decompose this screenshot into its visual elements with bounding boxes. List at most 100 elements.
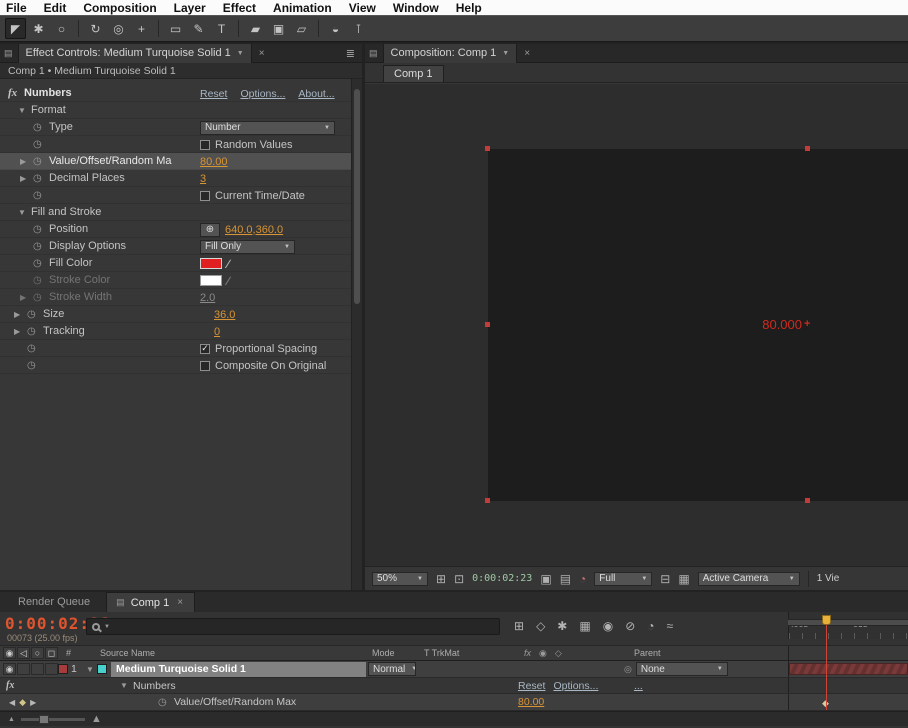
pickwhip-icon[interactable]: ◎ [610,664,632,675]
menu-edit[interactable]: Edit [44,1,67,15]
pan-behind-tool-button[interactable]: + [131,18,152,39]
breadcrumb-text[interactable]: Comp 1 • Medium Turquoise Solid 1 [8,65,176,77]
effect-name[interactable]: Numbers [24,87,72,99]
selection-handle[interactable] [485,322,490,327]
menu-file[interactable]: File [6,1,27,15]
zoom-tool-button[interactable]: ○ [51,18,72,39]
property-source-cell[interactable]: ◷ Value/Offset/Random Max [84,696,368,708]
hide-shy-layers-icon[interactable]: ✱ [557,619,567,633]
menu-view[interactable]: View [349,1,376,15]
mask-path-visibility-icon[interactable]: ⊡ [454,572,464,586]
reset-link[interactable]: Reset [518,680,545,692]
layer-track-cell[interactable] [788,661,908,677]
proportional-spacing-checkbox[interactable]: ✓ [200,344,210,354]
selection-tool-button[interactable]: ◤ [5,18,26,39]
playhead-line[interactable] [826,625,827,710]
close-icon[interactable]: × [257,48,267,59]
next-keyframe-icon[interactable]: ▶ [30,698,36,707]
puppet-pin-tool-button[interactable]: ⊺ [348,18,369,39]
chevron-down-icon[interactable]: ▼ [237,50,244,57]
scrollbar-thumb[interactable] [354,89,360,304]
effect-track-cell[interactable] [788,678,908,693]
selection-handle[interactable] [485,146,490,151]
stopwatch-icon[interactable]: ◷ [33,258,49,269]
fill-color-swatch[interactable] [200,258,222,269]
brainstorm-icon[interactable]: ◔ [647,619,654,633]
position-value[interactable]: 640.0,360.0 [225,224,283,236]
random-values-checkbox[interactable] [200,140,210,150]
stopwatch-icon[interactable]: ◷ [33,190,49,201]
camera-tool-button[interactable]: ◎ [108,18,129,39]
audio-toggle[interactable] [17,663,30,675]
eraser-tool-button[interactable]: ▱ [291,18,312,39]
layer-duration-bar[interactable] [789,663,908,675]
render-queue-tab[interactable]: Render Queue [8,592,100,612]
search-input[interactable] [114,621,494,632]
solo-icon[interactable]: ○ [31,647,44,659]
mode-header[interactable]: Mode [368,648,420,658]
close-icon[interactable]: × [175,597,185,608]
property-row[interactable]: ◀ ◆ ▶ ◷ Value/Offset/Random Max 80.00 ◆ [0,694,908,711]
more-link[interactable]: ... [610,680,643,692]
snapshot-icon[interactable]: ▣ [540,572,551,586]
blend-mode-select[interactable]: Normal ▼ [368,662,416,676]
roto-brush-tool-button[interactable]: ◒ [325,18,346,39]
selection-handle[interactable] [805,146,810,151]
anchor-point-icon[interactable]: + [804,318,810,330]
stopwatch-icon[interactable]: ◷ [33,139,49,150]
composition-tab[interactable]: Composition: Comp 1 ▼ [383,44,518,63]
clone-stamp-tool-button[interactable]: ▣ [268,18,289,39]
work-area-bar[interactable] [788,619,908,626]
eyedropper-icon[interactable]: ∕ [227,257,229,271]
twirl-closed-icon[interactable]: ▶ [14,327,27,336]
add-keyframe-icon[interactable]: ◆ [19,697,26,708]
twirl-closed-icon[interactable]: ▶ [14,310,27,319]
brush-tool-button[interactable]: ▰ [245,18,266,39]
playhead-grabber[interactable] [822,615,831,625]
position-target-button[interactable]: ⊕ [200,223,220,237]
effect-controls-tab[interactable]: Effect Controls: Medium Turquoise Solid … [18,44,252,63]
magnification-select[interactable]: 50% ▼ [372,572,428,586]
composite-original-checkbox[interactable] [200,361,210,371]
layer-name[interactable]: Medium Turquoise Solid 1 [111,662,366,677]
parent-header[interactable]: Parent [610,648,788,658]
options-link[interactable]: Options... [240,88,285,100]
resolution-select[interactable]: Full ▼ [594,572,652,586]
lock-toggle[interactable] [45,663,58,675]
tracking-value[interactable]: 0 [214,326,220,338]
stopwatch-icon[interactable]: ◷ [33,241,49,252]
composition-frame[interactable]: 80.000 + [488,149,908,501]
graph-editor-icon[interactable]: ≈ [667,619,674,633]
frame-blending-icon[interactable]: ▦ [579,619,590,633]
layer-row[interactable]: ◉ 1 ▼ Medium Turquoise Solid 1 Normal ▼ [0,661,908,678]
solo-toggle[interactable] [31,663,44,675]
hand-tool-button[interactable]: ✱ [28,18,49,39]
stopwatch-icon[interactable]: ◷ [27,343,43,354]
switches-header[interactable]: fx ◉ ◇ [518,648,610,659]
eye-icon[interactable]: ◉ [3,663,16,675]
layer-number-header[interactable]: # [58,648,84,658]
zoom-in-icon[interactable]: ▲ [91,713,102,725]
property-track-cell[interactable]: ◆ [788,694,908,710]
reset-link[interactable]: Reset [200,88,227,100]
twirl-open-icon[interactable]: ▼ [18,208,31,217]
comp-1-timeline-tab[interactable]: ▤ Comp 1 × [106,592,195,612]
close-icon[interactable]: × [522,48,532,59]
effect-source-cell[interactable]: ▼ Numbers [84,680,368,692]
transparency-grid-icon[interactable]: ▦ [678,572,689,586]
stroke-color-swatch[interactable] [200,275,222,286]
active-camera-select[interactable]: Active Camera ▼ [698,572,800,586]
grid-guides-icon[interactable]: ⊞ [436,572,446,586]
effect-name[interactable]: Numbers [133,680,176,692]
parent-select[interactable]: None ▼ [636,662,728,676]
comp-1-chip[interactable]: Comp 1 [383,65,444,82]
panel-menu-icon[interactable]: ≣ [346,47,358,60]
decimal-places-value[interactable]: 3 [200,173,206,185]
twirl-open-icon[interactable]: ▼ [84,665,97,674]
stopwatch-icon[interactable]: ◷ [27,309,43,320]
timeline-zoom-slider[interactable] [21,718,85,721]
pen-tool-button[interactable]: ✎ [188,18,209,39]
type-tool-button[interactable]: T [211,18,232,39]
options-link[interactable]: Options... [553,680,598,692]
menu-effect[interactable]: Effect [223,1,256,15]
